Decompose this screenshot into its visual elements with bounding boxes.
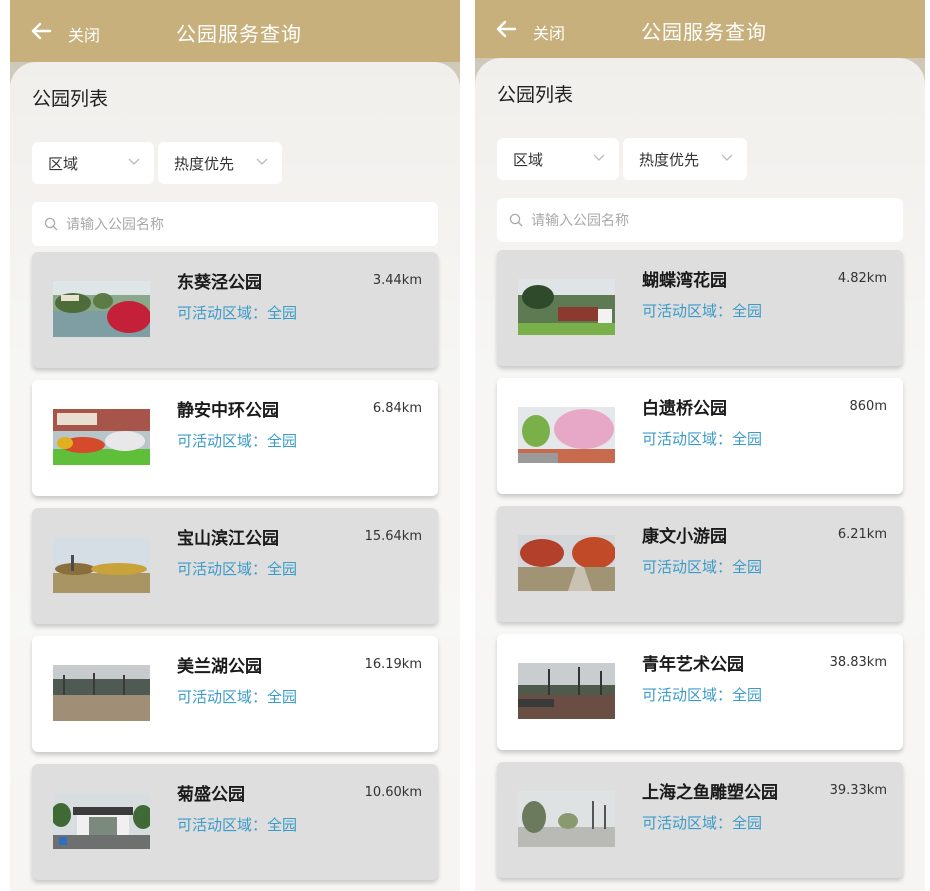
park-thumbnail [53,665,150,721]
park-activity-area: 可活动区域：全园 [642,430,763,448]
park-activity-area: 可活动区域：全园 [177,688,298,706]
region-filter-dropdown[interactable]: 区域 [497,138,619,180]
park-thumbnail [518,663,615,719]
park-distance: 3.44km [372,273,422,288]
search-bar [497,198,903,244]
chevron-down-icon [593,154,605,161]
park-activity-area: 可活动区域：全园 [177,816,298,834]
park-thumbnail [518,407,615,463]
park-thumbnail [53,793,150,849]
park-distance: 16.19km [364,657,422,672]
search-icon [44,217,58,231]
park-name: 蝴蝶湾花园 [642,271,727,291]
section-title: 公园列表 [497,84,574,106]
park-name: 菊盛公园 [177,785,245,805]
chevron-down-icon [128,158,140,165]
search-input[interactable] [64,202,428,248]
park-name: 宝山滨江公园 [177,529,279,549]
park-name: 东葵泾公园 [177,273,262,293]
back-arrow-icon[interactable] [30,20,52,42]
sort-filter-label: 热度优先 [639,150,700,169]
search-bar [32,202,438,248]
park-name: 美兰湖公园 [177,657,262,677]
sort-filter-dropdown[interactable]: 热度优先 [158,142,282,184]
top-bar: 关闭 公园服务查询 [475,0,925,58]
region-filter-dropdown[interactable]: 区域 [32,142,154,184]
park-card[interactable]: 菊盛公园 10.60km 可活动区域：全园 [32,764,438,880]
park-card[interactable]: 上海之鱼雕塑公园 39.33km 可活动区域：全园 [497,762,903,878]
park-thumbnail [518,791,615,847]
park-distance: 15.64km [364,529,422,544]
park-name: 上海之鱼雕塑公园 [642,783,778,803]
phone-screen-left: 关闭 公园服务查询 公园列表 区域 热度优先 东葵泾公园 3.44km 可活动区… [10,0,460,891]
park-distance: 38.83km [829,655,887,670]
park-card[interactable]: 静安中环公园 6.84km 可活动区域：全园 [32,380,438,496]
chevron-down-icon [721,154,733,161]
close-button[interactable]: 关闭 [533,20,565,44]
search-icon [509,213,523,227]
park-thumbnail [518,279,615,335]
park-activity-area: 可活动区域：全园 [177,560,298,578]
park-list-panel: 公园列表 区域 热度优先 蝴蝶湾花园 4.82km 可活动区域：全园 [475,58,925,891]
park-card[interactable]: 东葵泾公园 3.44km 可活动区域：全园 [32,252,438,368]
park-distance: 6.21km [837,527,887,542]
page-title: 公园服务查询 [641,20,767,44]
park-thumbnail [53,281,150,337]
park-activity-area: 可活动区域：全园 [642,814,763,832]
park-distance: 10.60km [364,785,422,800]
region-filter-label: 区域 [513,150,544,169]
park-thumbnail [53,409,150,465]
park-card[interactable]: 白遗桥公园 860m 可活动区域：全园 [497,378,903,494]
park-card[interactable]: 宝山滨江公园 15.64km 可活动区域：全园 [32,508,438,624]
sort-filter-dropdown[interactable]: 热度优先 [623,138,747,180]
park-distance: 4.82km [837,271,887,286]
park-distance: 6.84km [372,401,422,416]
chevron-down-icon [256,158,268,165]
top-bar: 关闭 公园服务查询 [10,0,460,62]
search-input[interactable] [529,198,893,244]
back-arrow-icon[interactable] [495,18,517,40]
park-card[interactable]: 美兰湖公园 16.19km 可活动区域：全园 [32,636,438,752]
sort-filter-label: 热度优先 [174,154,235,173]
section-title: 公园列表 [32,88,109,110]
close-button[interactable]: 关闭 [68,22,100,46]
park-name: 康文小游园 [642,527,727,547]
park-distance: 860m [849,399,887,414]
park-name: 青年艺术公园 [642,655,744,675]
region-filter-label: 区域 [48,154,79,173]
page-title: 公园服务查询 [176,22,302,46]
park-list-panel: 公园列表 区域 热度优先 东葵泾公园 3.44km 可活动区域：全园 [10,62,460,891]
park-activity-area: 可活动区域：全园 [642,302,763,320]
phone-screen-right: 关闭 公园服务查询 公园列表 区域 热度优先 蝴蝶湾花园 4.82km 可活动区… [475,0,925,891]
park-thumbnail [53,537,150,593]
park-name: 白遗桥公园 [642,399,727,419]
park-thumbnail [518,535,615,591]
park-distance: 39.33km [829,783,887,798]
park-card[interactable]: 青年艺术公园 38.83km 可活动区域：全园 [497,634,903,750]
park-activity-area: 可活动区域：全园 [177,432,298,450]
park-name: 静安中环公园 [177,401,279,421]
park-activity-area: 可活动区域：全园 [177,304,298,322]
park-activity-area: 可活动区域：全园 [642,686,763,704]
park-card[interactable]: 蝴蝶湾花园 4.82km 可活动区域：全园 [497,250,903,366]
park-card[interactable]: 康文小游园 6.21km 可活动区域：全园 [497,506,903,622]
park-activity-area: 可活动区域：全园 [642,558,763,576]
